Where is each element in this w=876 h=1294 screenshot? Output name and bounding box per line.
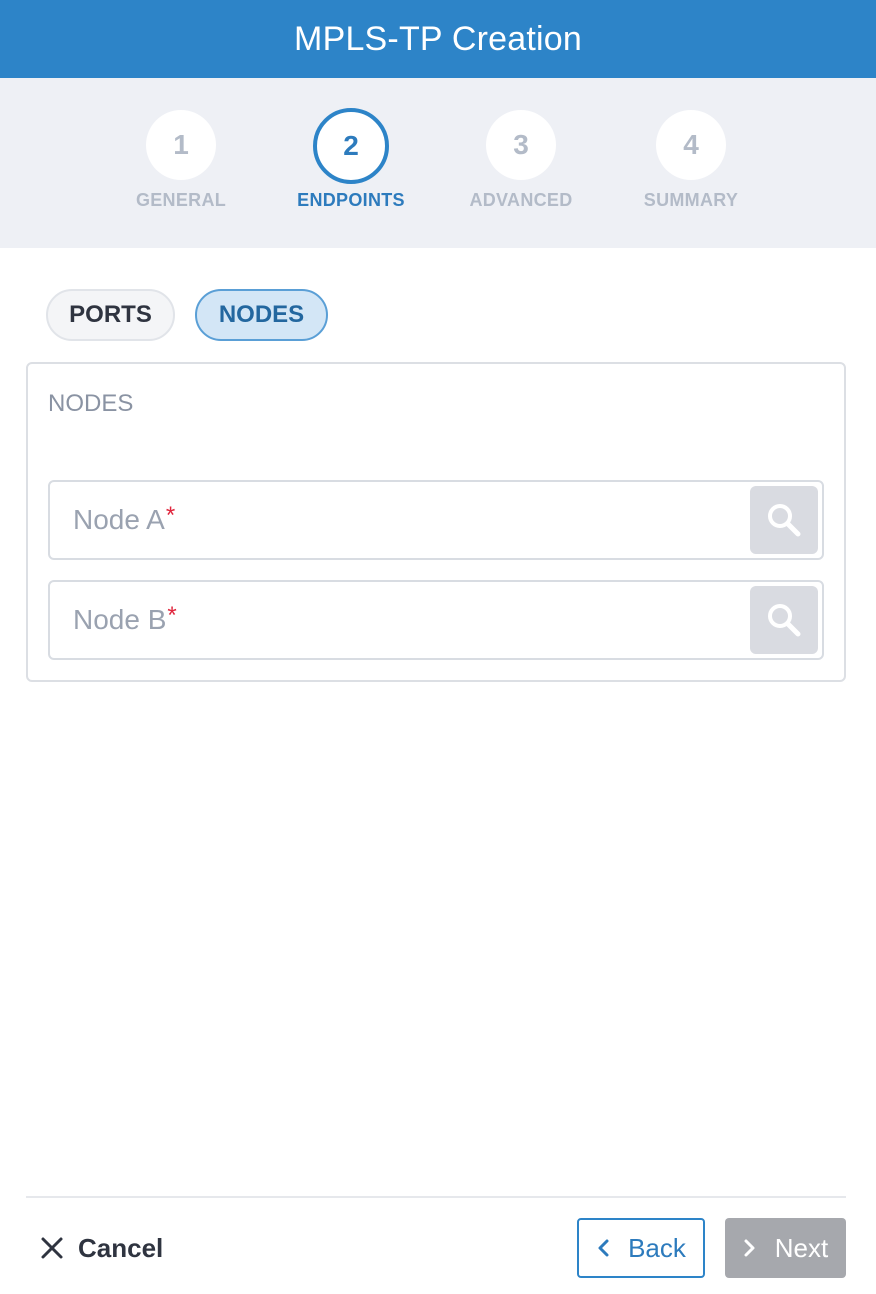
node-a-field[interactable]: Node A* <box>48 480 824 560</box>
required-marker: * <box>167 602 177 629</box>
step-label: GENERAL <box>135 190 227 210</box>
back-label: Back <box>628 1232 686 1263</box>
back-button[interactable]: Back <box>577 1218 705 1278</box>
step-label: SUMMARY <box>643 190 739 210</box>
chevron-left-icon <box>596 1238 610 1258</box>
ports-toggle-button[interactable]: PORTS <box>46 289 175 341</box>
nodes-panel: NODES Node A* Node B* <box>26 362 846 682</box>
step-number: 1 <box>146 110 216 180</box>
cancel-button[interactable]: Cancel <box>40 1228 163 1268</box>
cancel-label: Cancel <box>78 1232 164 1263</box>
wizard-stepper: 1 GENERAL 2 ENDPOINTS 3 ADVANCED 4 SUMMA… <box>0 78 876 248</box>
step-number: 4 <box>656 110 726 180</box>
dialog-header: MPLS-TP Creation <box>0 0 876 78</box>
step-general[interactable]: 1 GENERAL <box>91 110 271 211</box>
footer-divider <box>26 1196 846 1198</box>
step-summary[interactable]: 4 SUMMARY <box>601 110 781 211</box>
node-b-label: Node B* <box>73 602 177 635</box>
nodes-toggle-button[interactable]: NODES <box>195 289 328 341</box>
step-number: 2 <box>313 108 389 184</box>
step-label: ENDPOINTS <box>297 190 405 210</box>
step-label: ADVANCED <box>469 190 573 210</box>
step-advanced[interactable]: 3 ADVANCED <box>431 110 611 211</box>
node-a-label: Node A* <box>73 502 176 535</box>
dialog-title: MPLS-TP Creation <box>294 19 582 58</box>
next-label: Next <box>774 1232 829 1263</box>
node-b-field[interactable]: Node B* <box>48 580 824 660</box>
step-endpoints[interactable]: 2 ENDPOINTS <box>261 108 441 211</box>
chevron-right-icon <box>743 1238 757 1258</box>
next-button[interactable]: Next <box>725 1218 846 1278</box>
search-icon <box>768 604 801 637</box>
close-icon <box>40 1236 64 1260</box>
required-marker: * <box>165 502 176 529</box>
node-a-search-button[interactable] <box>750 486 818 554</box>
step-number: 3 <box>486 110 556 180</box>
node-b-search-button[interactable] <box>750 586 818 654</box>
search-icon <box>768 504 801 537</box>
panel-title: NODES <box>48 390 134 417</box>
